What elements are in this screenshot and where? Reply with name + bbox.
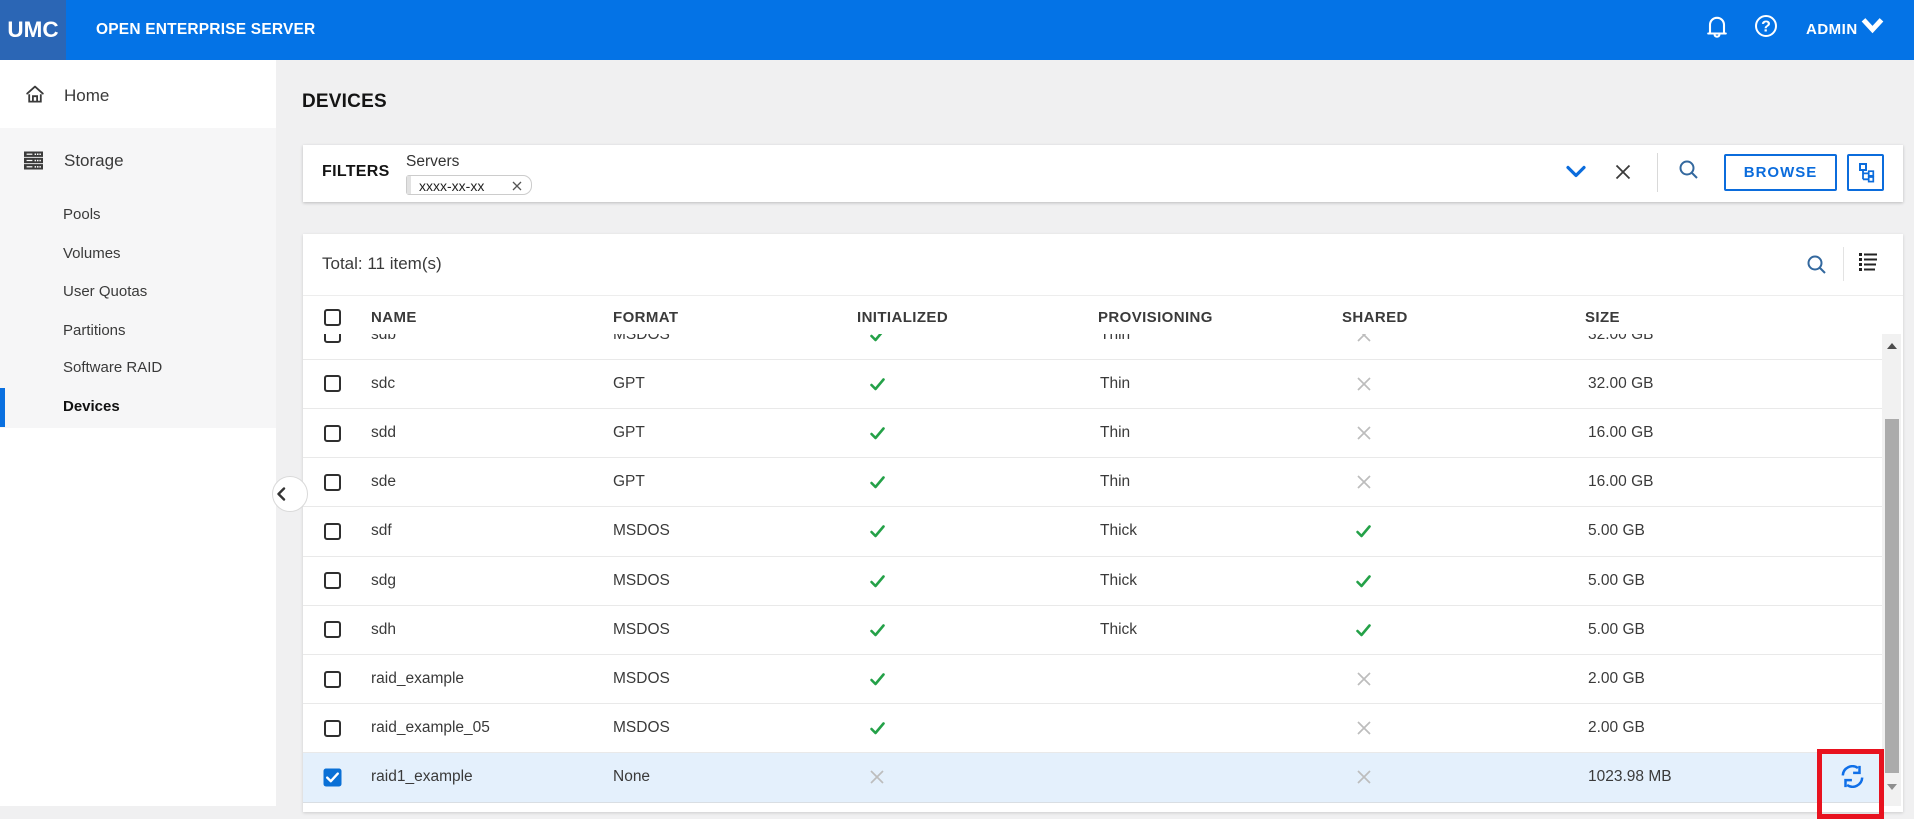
svg-text:?: ? — [1761, 19, 1771, 36]
